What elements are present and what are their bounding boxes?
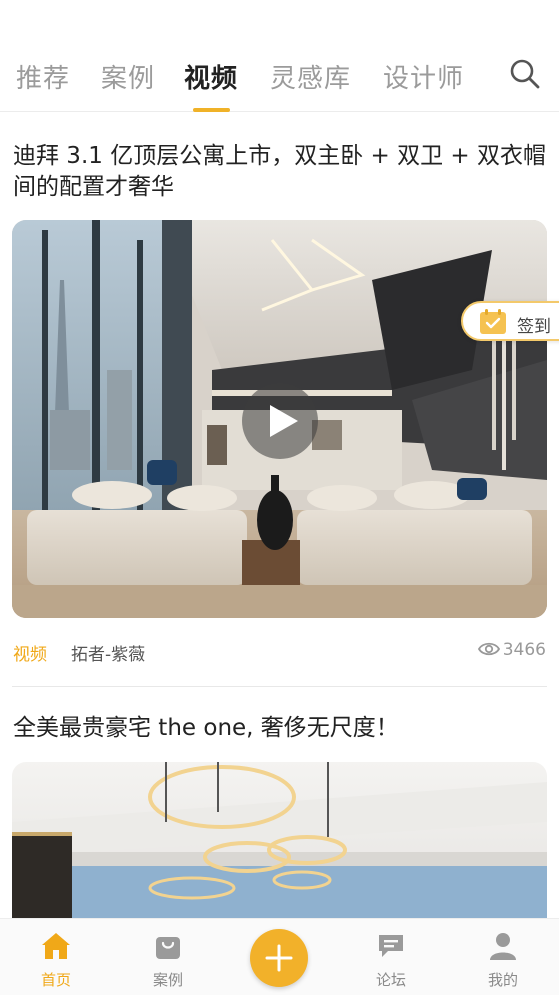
calendar-check-icon [480, 309, 506, 334]
sign-in-button[interactable]: 签到 [461, 301, 559, 341]
play-icon [270, 405, 298, 437]
video-thumbnail[interactable] [12, 220, 547, 618]
nav-forum[interactable]: 论坛 [351, 919, 431, 995]
nav-home-label: 首页 [40, 971, 71, 989]
bag-icon [156, 937, 180, 959]
nav-profile-label: 我的 [487, 971, 518, 989]
mansion-interior-image [12, 762, 547, 918]
active-tab-indicator [193, 108, 230, 112]
tab-cases[interactable]: 案例 [101, 58, 155, 95]
nav-profile[interactable]: 我的 [463, 919, 543, 995]
sign-in-label: 签到 [517, 317, 551, 337]
tab-recommend[interactable]: 推荐 [16, 58, 70, 95]
create-post-button[interactable] [250, 929, 308, 987]
bottom-navigation: 首页 案例 论坛 我的 [0, 918, 559, 995]
nav-cases-label: 案例 [152, 971, 183, 989]
video-feed[interactable]: 迪拜 3.1 亿顶层公寓上市，双主卧 + 双卫 + 双衣帽间的配置才奢华 视频 … [0, 113, 559, 918]
user-icon [490, 933, 516, 960]
search-button[interactable] [509, 58, 541, 90]
home-icon [42, 933, 70, 959]
nav-forum-label: 论坛 [375, 971, 406, 989]
divider [12, 686, 547, 687]
video-thumbnail[interactable] [12, 762, 547, 918]
article-title[interactable]: 迪拜 3.1 亿顶层公寓上市，双主卧 + 双卫 + 双衣帽间的配置才奢华 [13, 141, 548, 203]
nav-home[interactable]: 首页 [16, 919, 96, 995]
nav-cases[interactable]: 案例 [128, 919, 208, 995]
tab-video[interactable]: 视频 [184, 58, 238, 95]
app: 推荐 案例 视频 灵感库 设计师 迪拜 3.1 亿顶层公寓上市，双主卧 + 双卫… [0, 0, 559, 995]
author-name[interactable]: 拓者-紫薇 [71, 640, 145, 665]
top-tab-bar: 推荐 案例 视频 灵感库 设计师 [0, 40, 559, 112]
search-icon [510, 59, 540, 89]
plus-icon [265, 944, 293, 972]
eye-icon [478, 642, 500, 656]
article-title[interactable]: 全美最贵豪宅 the one, 奢侈无尺度！ [13, 713, 548, 744]
tab-designer[interactable]: 设计师 [383, 58, 464, 95]
article-meta: 视频 拓者-紫薇 3466 [13, 636, 546, 666]
view-count: 3466 [502, 640, 546, 660]
content-type-tag: 视频 [13, 645, 47, 665]
tab-inspiration[interactable]: 灵感库 [270, 58, 351, 95]
play-button[interactable] [242, 383, 318, 459]
chat-icon [379, 935, 403, 957]
